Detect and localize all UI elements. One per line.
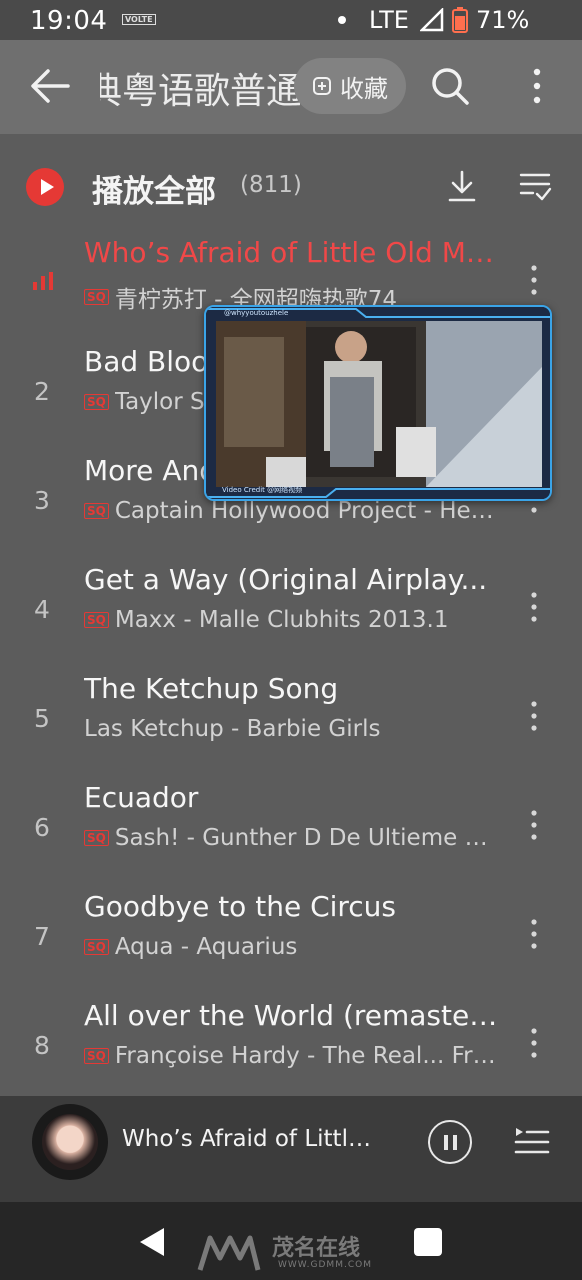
song-more-icon[interactable] [522,1023,546,1063]
battery-icon [452,7,468,33]
favorite-button[interactable]: 收藏 [294,58,406,114]
song-index: 2 [34,377,50,406]
play-all-row[interactable]: 播放全部 (811) [0,154,582,220]
mini-player[interactable]: Who’s Afraid of Little... [0,1096,582,1202]
sq-quality-badge: SQ [84,289,109,305]
song-row[interactable]: 8 All over the World (remaster... SQ Fra… [0,999,582,1107]
song-artist-album: Las Ketchup - Barbie Girls [84,716,381,742]
song-more-icon[interactable] [522,914,546,954]
song-title: Who’s Afraid of Little Old Me... [84,236,504,269]
picture-in-picture-video[interactable]: @whyyoutouzhele Video Credit @网络视频 [204,305,552,501]
page-title: 典粤语歌普通 [100,62,300,110]
multi-select-icon[interactable] [518,169,552,203]
status-time: 19:04 [30,6,108,36]
song-subtitle: SQ Françoise Hardy - The Real... Fra... [84,1043,496,1069]
song-title: Ecuador [84,781,199,814]
song-artist-album: Sash! - Gunther D De Ultieme Bo... [114,825,496,851]
pause-button[interactable] [428,1120,472,1164]
video-credit: Video Credit @网络视频 [222,486,303,494]
song-subtitle: SQ Aqua - Aquarius [84,934,496,960]
sq-quality-badge: SQ [84,830,109,846]
song-title: Goodbye to the Circus [84,890,397,923]
song-list: 播放全部 (811) Who’s Afraid of Little Old Me… [0,134,582,1096]
watermark-url: WWW.GDMM.COM [278,1260,372,1270]
page-title-text: 典粤语歌普通 [100,71,300,110]
watermark-logo: 茂名在线 WWW.GDMM.COM [196,1230,396,1274]
nav-back-icon[interactable] [138,1226,166,1258]
song-index: 5 [34,704,50,733]
battery-percent: 71% [476,6,530,34]
album-art-image [42,1114,98,1170]
song-more-icon[interactable] [522,696,546,736]
signal-icon [420,8,444,32]
song-row[interactable]: 5 The Ketchup Song Las Ketchup - Barbie … [0,672,582,780]
song-title: The Ketchup Song [84,672,339,705]
watermark-mark-icon [197,1235,261,1271]
volte-badge: VOLTE [122,14,156,25]
more-vertical-icon[interactable] [520,64,554,108]
song-artist-album: Françoise Hardy - The Real... Fra... [114,1043,496,1069]
notification-dot-icon [338,16,346,24]
now-playing-equalizer-icon [33,272,53,290]
song-index: 4 [34,595,50,624]
song-more-icon[interactable] [522,805,546,845]
song-row[interactable]: 4 Get a Way (Original Airplay... SQ Maxx… [0,563,582,671]
song-artist-album: Maxx - Malle Clubhits 2013.1 [114,607,449,633]
watermark-name: 茂名在线 [272,1236,361,1261]
song-count: (811) [240,172,302,198]
system-navigation-bar: 茂名在线 WWW.GDMM.COM [0,1202,582,1280]
sq-quality-badge: SQ [84,612,109,628]
song-index: 6 [34,813,50,842]
download-icon[interactable] [446,169,478,203]
song-title: Get a Way (Original Airplay... [84,563,488,596]
play-all-icon[interactable] [26,168,64,206]
song-index: 8 [34,1031,50,1060]
song-more-icon[interactable] [522,587,546,627]
play-all-label: 播放全部 [92,174,216,210]
nav-recents-icon[interactable] [414,1228,442,1256]
song-more-icon[interactable] [522,260,546,300]
sq-quality-badge: SQ [84,1048,109,1064]
sq-quality-badge: SQ [84,939,109,955]
song-artist-album: Aqua - Aquarius [114,934,298,960]
song-artist-album: Captain Hollywood Project - Het... [114,498,496,524]
sq-quality-badge: SQ [84,394,109,410]
video-handle: @whyyoutouzhele [224,309,289,317]
sq-quality-badge: SQ [84,503,109,519]
song-index: 7 [34,922,50,951]
favorite-label: 收藏 [340,74,388,103]
network-type: LTE [369,6,409,34]
search-icon[interactable] [428,64,472,108]
song-title: All over the World (remaster... [84,999,504,1032]
back-arrow-icon[interactable] [28,64,72,108]
song-subtitle: Las Ketchup - Barbie Girls [84,716,496,742]
song-subtitle: SQ Maxx - Malle Clubhits 2013.1 [84,607,496,633]
playlist-queue-icon[interactable] [514,1124,550,1158]
song-row[interactable]: 6 Ecuador SQ Sash! - Gunther D De Ultiem… [0,781,582,889]
song-subtitle: SQ Captain Hollywood Project - Het... [84,498,496,524]
song-index: 3 [34,486,50,515]
status-bar: 19:04 VOLTE LTE 71% [0,0,582,40]
song-row[interactable]: 7 Goodbye to the Circus SQ Aqua - Aquari… [0,890,582,998]
app-bar: 典粤语歌普通 收藏 [0,40,582,134]
album-cover[interactable] [32,1104,108,1180]
video-frame [206,307,550,499]
now-playing-title[interactable]: Who’s Afraid of Little... [122,1126,382,1152]
add-favorite-icon [313,77,331,95]
song-subtitle: SQ Sash! - Gunther D De Ultieme Bo... [84,825,496,851]
